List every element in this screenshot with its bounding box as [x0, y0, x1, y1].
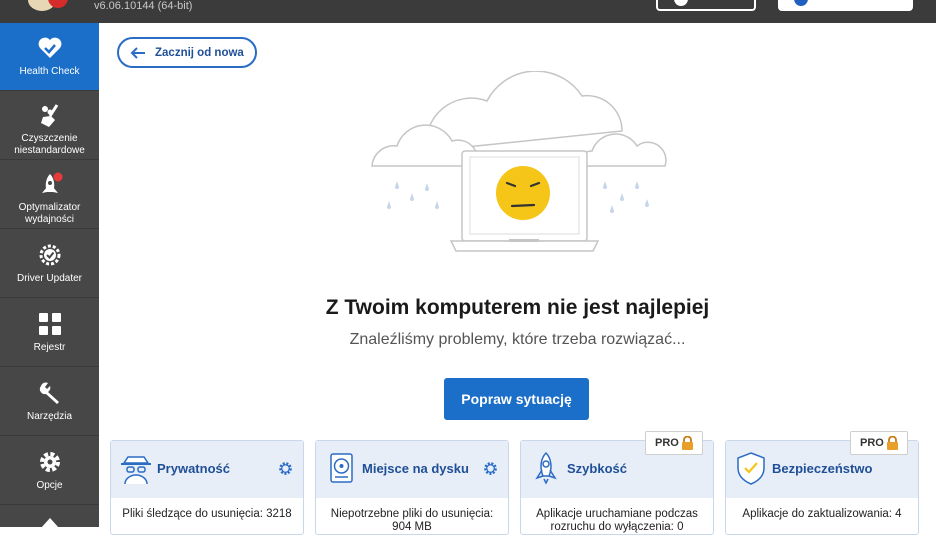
sidebar-item-label: Narzędzia: [26, 411, 73, 422]
sidebar-item-optimizer[interactable]: Optymalizator wydajności: [0, 161, 99, 229]
card-description: Pliki śledzące do usunięcia: 3218: [122, 508, 292, 520]
shield-check-icon: [737, 452, 765, 485]
pro-badge[interactable]: PRO: [645, 431, 703, 455]
chevron-up-icon: [40, 518, 59, 528]
card-title: Miejsce na dysku: [362, 461, 469, 476]
app-version: v6.06.10144 (64-bit): [94, 0, 193, 12]
sad-computer-illustration: [371, 71, 667, 252]
wrench-icon: [39, 382, 59, 404]
status-subline: Znaleźliśmy problemy, które trzeba rozwi…: [349, 331, 686, 348]
sidebar-item-label: Czyszczenie niestandardowe: [14, 133, 85, 156]
start-over-button[interactable]: Zacznij od nowa: [117, 37, 257, 68]
grid-icon: [38, 313, 61, 335]
card-title: Prywatność: [157, 461, 230, 476]
card-description: Aplikacje uruchamiane podczas rozruchu do…: [536, 508, 698, 533]
title-bar: v6.06.10144 (64-bit): [0, 0, 936, 23]
sidebar-item-label: Rejestr: [33, 342, 66, 353]
sidebar-item-tools[interactable]: Narzędzia: [0, 368, 99, 436]
sidebar-item-options[interactable]: Opcje: [0, 437, 99, 505]
spy-icon: [121, 456, 151, 485]
rocket-icon: [535, 451, 557, 485]
upgrade-button[interactable]: [778, 0, 913, 11]
disk-icon: [330, 453, 353, 483]
card-title: Bezpieczeństwo: [772, 461, 873, 476]
sidebar-item-label: Driver Updater: [16, 273, 83, 284]
upgrade-icon: [794, 0, 808, 6]
sidebar-item-custom-clean[interactable]: Czyszczenie niestandardowe: [0, 92, 99, 160]
card-description: Niepotrzebne pliki do usunięcia: 904 MB: [330, 508, 494, 533]
arrow-left-icon: [130, 47, 145, 59]
settings-gear-icon: [39, 452, 60, 472]
rocket-icon: [41, 172, 62, 193]
card-description: Aplikacje do zaktualizowania: 4: [742, 508, 902, 520]
app-logo: [28, 0, 68, 11]
card-privacy[interactable]: Prywatność Pliki śledzące do usunięcia: …: [110, 440, 304, 535]
pro-label: PRO: [655, 437, 679, 449]
sidebar-scroll-more[interactable]: [0, 506, 99, 536]
sidebar: Health Check Czyszczenie niestandardowe …: [0, 23, 99, 528]
pro-badge[interactable]: PRO: [850, 431, 908, 455]
account-button[interactable]: [656, 0, 756, 11]
sidebar-item-driver-updater[interactable]: Driver Updater: [0, 230, 99, 298]
settings-gear-icon[interactable]: [483, 461, 498, 476]
main-panel: Zacznij od nowa Z Twoim komputerem nie j…: [99, 23, 936, 535]
lock-icon: [887, 436, 898, 450]
lock-icon: [682, 436, 693, 450]
sidebar-item-health-check[interactable]: Health Check: [0, 23, 99, 91]
sidebar-item-label: Optymalizator wydajności: [18, 202, 81, 225]
pro-label: PRO: [860, 437, 884, 449]
sidebar-item-registry[interactable]: Rejestr: [0, 299, 99, 367]
fix-button[interactable]: Popraw sytuację: [444, 378, 589, 420]
info-icon: [674, 0, 688, 6]
notification-badge: [53, 172, 62, 182]
status-headline: Z Twoim komputerem nie jest najlepiej: [325, 296, 710, 319]
start-over-label: Zacznij od nowa: [155, 46, 244, 59]
gear-chip-icon: [39, 244, 60, 266]
card-title: Szybkość: [567, 461, 627, 476]
settings-gear-icon[interactable]: [278, 461, 293, 476]
card-disk-space[interactable]: Miejsce na dysku Niepotrzebne pliki do u…: [315, 440, 509, 535]
heart-check-icon: [38, 37, 61, 58]
broom-icon: [40, 104, 58, 127]
sidebar-item-label: Opcje: [36, 480, 63, 491]
sidebar-item-label: Health Check: [19, 66, 80, 77]
